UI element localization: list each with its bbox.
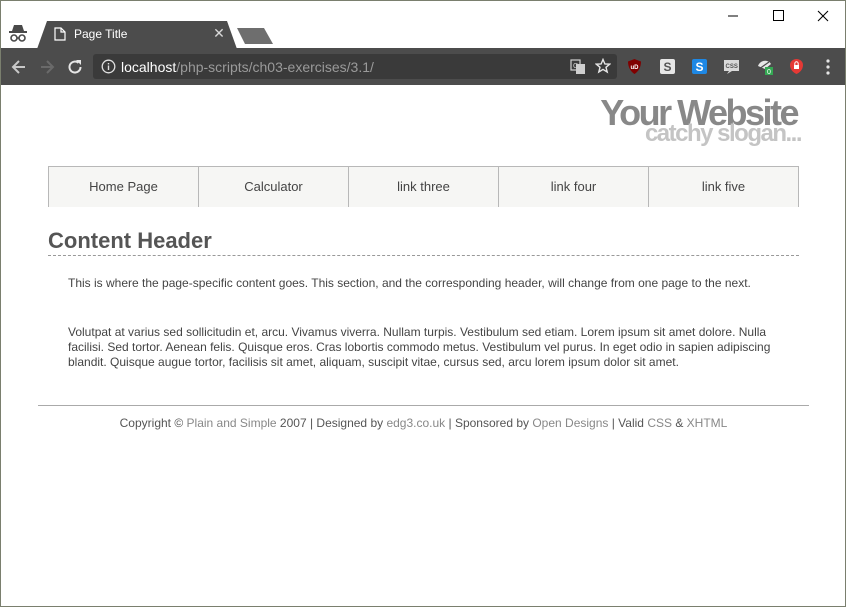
footer-link-plain-and-simple[interactable]: Plain and Simple [187,416,277,430]
content-paragraph: This is where the page-specific content … [68,276,751,290]
content-paragraph: Volutpat at varius sed sollicitudin et, … [68,325,771,369]
browser-titlebar: Page Title ✕ [1,1,846,49]
svg-text:G: G [573,63,578,70]
window-close-icon[interactable] [800,1,846,31]
browser-toolbar: localhost/php-scripts/ch03-exercises/3.1… [1,48,845,85]
footer-link-css[interactable]: CSS [647,416,672,430]
footer-text: & [672,416,687,430]
url-host: localhost [121,59,177,75]
page-icon [54,27,66,41]
nav-link-four[interactable]: link four [499,167,649,207]
star-icon[interactable] [595,58,611,74]
footer-link-xhtml[interactable]: XHTML [687,416,728,430]
translate-icon[interactable]: G [570,59,586,75]
back-icon[interactable] [9,57,29,77]
s-blue-extension-icon[interactable]: S [691,58,708,75]
footer-link-edg3[interactable]: edg3.co.uk [386,416,445,430]
forward-icon[interactable] [37,57,57,77]
url-text[interactable]: localhost/php-scripts/ch03-exercises/3.1… [121,59,374,75]
info-icon[interactable] [101,59,116,74]
footer-text: 2007 | Designed by [276,416,387,430]
url-path: /php-scripts/ch03-exercises/3.1/ [176,59,374,75]
new-tab-icon[interactable] [237,27,275,45]
ublock-icon[interactable]: uD [626,58,643,75]
footer-text: | Valid [608,416,648,430]
tab-title: Page Title [74,27,128,41]
svg-text:uD: uD [631,65,640,71]
nav-link-five[interactable]: link five [649,167,798,207]
extension-badge: 0 [767,69,771,75]
close-icon[interactable]: ✕ [212,26,226,40]
footer-copyright: Copyright © [119,416,184,430]
page-viewport: Your Website catchy slogan... Home Page … [1,85,845,606]
svg-text:CSS: CSS [726,64,738,70]
incognito-icon [9,25,27,42]
maximize-icon[interactable] [756,1,802,31]
svg-text:S: S [696,60,704,74]
tab-shape [37,21,237,49]
address-bar[interactable]: localhost/php-scripts/ch03-exercises/3.1… [93,54,617,79]
main-nav: Home Page Calculator link three link fou… [48,166,799,207]
minimize-icon[interactable] [710,1,756,31]
site-slogan: catchy slogan... [644,120,803,147]
svg-text:S: S [664,60,672,74]
reload-icon[interactable] [65,57,85,77]
footer-divider [38,405,809,406]
footer-text: | Sponsored by [445,416,533,430]
footer: Copyright © Plain and Simple 2007 | Desi… [38,416,809,430]
footer-link-open-designs[interactable]: Open Designs [532,416,608,430]
red-extension-icon[interactable] [788,58,805,75]
nav-link-calculator[interactable]: Calculator [199,167,349,207]
nav-link-three[interactable]: link three [349,167,499,207]
tab-page-title[interactable]: Page Title ✕ [37,20,237,49]
edge-extension-icon[interactable]: 0 [756,58,773,75]
menu-icon[interactable] [819,57,837,77]
css-extension-icon[interactable]: CSS [723,58,740,75]
content-header: Content Header [48,228,799,256]
nav-link-home-page[interactable]: Home Page [49,167,199,207]
s-extension-icon[interactable]: S [659,58,676,75]
